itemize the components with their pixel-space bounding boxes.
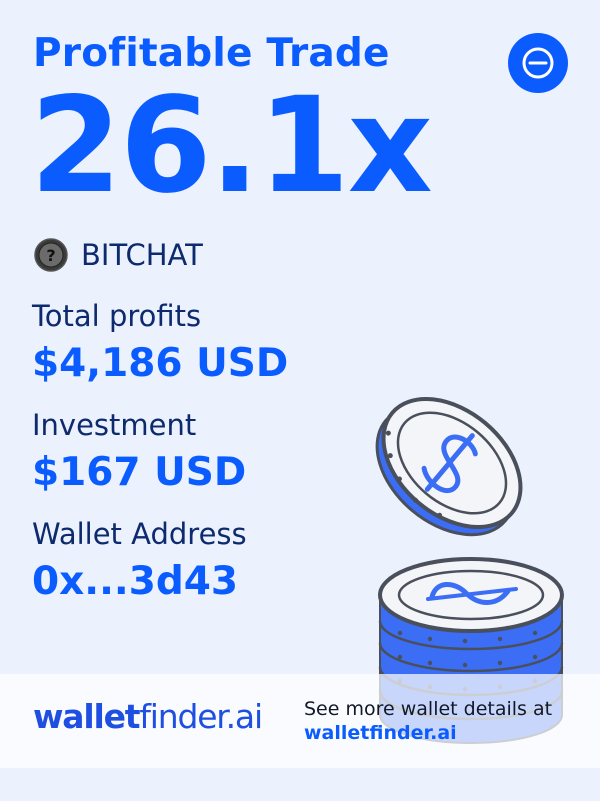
footer-cta-link[interactable]: walletfinder.ai [304,722,457,745]
token-name: BITCHAT [81,237,203,272]
walletfinder-logo[interactable]: walletfinder.ai [33,697,263,736]
profit-card: Profitable Trade 26.1x ? BITCHAT Total p… [0,0,600,801]
total-profits-label: Total profits [32,299,202,333]
card-title: Profitable Trade [33,31,390,76]
token-row: ? BITCHAT [34,238,203,272]
collapse-button[interactable] [508,33,568,93]
investment-value: $167 USD [32,450,247,495]
falling-coin-icon [375,396,523,537]
profit-multiplier: 26.1x [30,69,433,223]
logo-wallet-text: wallet [33,697,141,736]
wallet-address-label: Wallet Address [32,517,247,551]
svg-text:?: ? [46,246,55,265]
footer-cta-text: See more wallet details at [304,698,553,720]
total-profits-value: $4,186 USD [32,341,289,386]
wallet-address-value: 0x...3d43 [32,559,239,604]
logo-finder-text: finder.ai [139,697,263,736]
investment-label: Investment [32,408,197,442]
question-mark-coin-icon: ? [34,238,68,272]
